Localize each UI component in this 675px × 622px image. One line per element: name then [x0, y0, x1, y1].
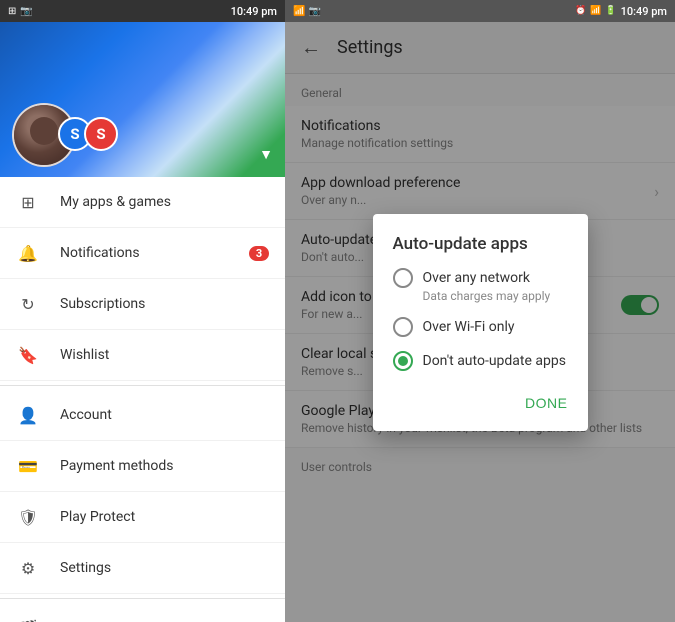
protect-icon: 🛡 — [16, 505, 40, 529]
nav-label-settings: Settings — [60, 560, 269, 576]
nav-label-wishlist: Wishlist — [60, 347, 269, 363]
notifications-icon: 🔔 — [16, 241, 40, 265]
radio-option-dont-update[interactable]: Don't auto-update apps — [393, 351, 568, 371]
dialog-actions: DONE — [373, 385, 588, 431]
right-status-time: 10:49 pm — [621, 5, 667, 18]
radio-sublabel-over-network: Data charges may apply — [423, 289, 568, 303]
nav-label-subscriptions: Subscriptions — [60, 296, 269, 312]
right-status-icon-battery: 🔋 — [605, 6, 616, 16]
left-panel: S S ▼ ⊞ My apps & games 🔔 Notifications … — [0, 22, 285, 622]
radio-circle-wifi-only — [393, 317, 413, 337]
radio-option-wifi-only[interactable]: Over Wi-Fi only — [393, 317, 568, 337]
movies-icon: 🎬 — [16, 616, 40, 622]
nav-item-payment[interactable]: 💳 Payment methods — [0, 441, 285, 492]
nav-item-my-apps[interactable]: ⊞ My apps & games — [0, 177, 285, 228]
subscriptions-icon: ↻ — [16, 292, 40, 316]
dialog-options: Over any network Data charges may apply … — [373, 268, 588, 371]
left-status-icon-photo: 📷 — [20, 6, 32, 17]
right-status-icon-signal: 📶 — [293, 6, 305, 17]
nav-item-settings[interactable]: ⚙ Settings — [0, 543, 285, 594]
radio-label-wifi-only: Over Wi-Fi only — [423, 319, 515, 335]
nav-label-account: Account — [60, 407, 269, 423]
radio-circle-over-network — [393, 268, 413, 288]
nav-divider-2 — [0, 598, 285, 599]
left-status-time: 10:49 pm — [231, 5, 277, 18]
nav-label-protect: Play Protect — [60, 509, 269, 525]
wishlist-icon: 🔖 — [16, 343, 40, 367]
radio-circle-dont-update — [393, 351, 413, 371]
nav-item-wishlist[interactable]: 🔖 Wishlist — [0, 330, 285, 381]
profile-header[interactable]: S S ▼ — [0, 22, 285, 177]
profile-s2-badge: S — [84, 117, 118, 151]
payment-icon: 💳 — [16, 454, 40, 478]
dropdown-arrow-icon[interactable]: ▼ — [259, 146, 273, 163]
nav-item-movies[interactable]: 🎬 Open Movies app ⇥ — [0, 603, 285, 622]
dialog-title: Auto-update apps — [373, 214, 588, 268]
account-icon: 👤 — [16, 403, 40, 427]
nav-label-payment: Payment methods — [60, 458, 269, 474]
right-panel: ← Settings General Notifications Manage … — [285, 22, 675, 622]
nav-divider-1 — [0, 385, 285, 386]
modal-overlay: Auto-update apps Over any network Data c… — [285, 22, 675, 622]
done-button[interactable]: DONE — [517, 389, 575, 417]
nav-item-account[interactable]: 👤 Account — [0, 390, 285, 441]
left-status-icon-menu: ⊞ — [8, 6, 16, 17]
nav-item-protect[interactable]: 🛡 Play Protect — [0, 492, 285, 543]
nav-item-subscriptions[interactable]: ↻ Subscriptions — [0, 279, 285, 330]
radio-label-dont-update: Don't auto-update apps — [423, 353, 566, 369]
right-status-icon-photo: 📷 — [308, 6, 320, 17]
my-apps-icon: ⊞ — [16, 190, 40, 214]
nav-item-notifications[interactable]: 🔔 Notifications 3 — [0, 228, 285, 279]
nav-label-notifications: Notifications — [60, 245, 249, 261]
right-status-icon-alarm: ⏰ — [575, 6, 586, 16]
nav-menu: ⊞ My apps & games 🔔 Notifications 3 ↻ Su… — [0, 177, 285, 622]
nav-label-my-apps: My apps & games — [60, 194, 269, 210]
settings-icon: ⚙ — [16, 556, 40, 580]
right-status-icon-wifi: 📶 — [590, 6, 601, 16]
radio-option-over-network[interactable]: Over any network Data charges may apply — [393, 268, 568, 303]
notifications-badge: 3 — [249, 246, 269, 261]
radio-label-over-network: Over any network — [423, 270, 531, 286]
auto-update-dialog: Auto-update apps Over any network Data c… — [373, 214, 588, 431]
